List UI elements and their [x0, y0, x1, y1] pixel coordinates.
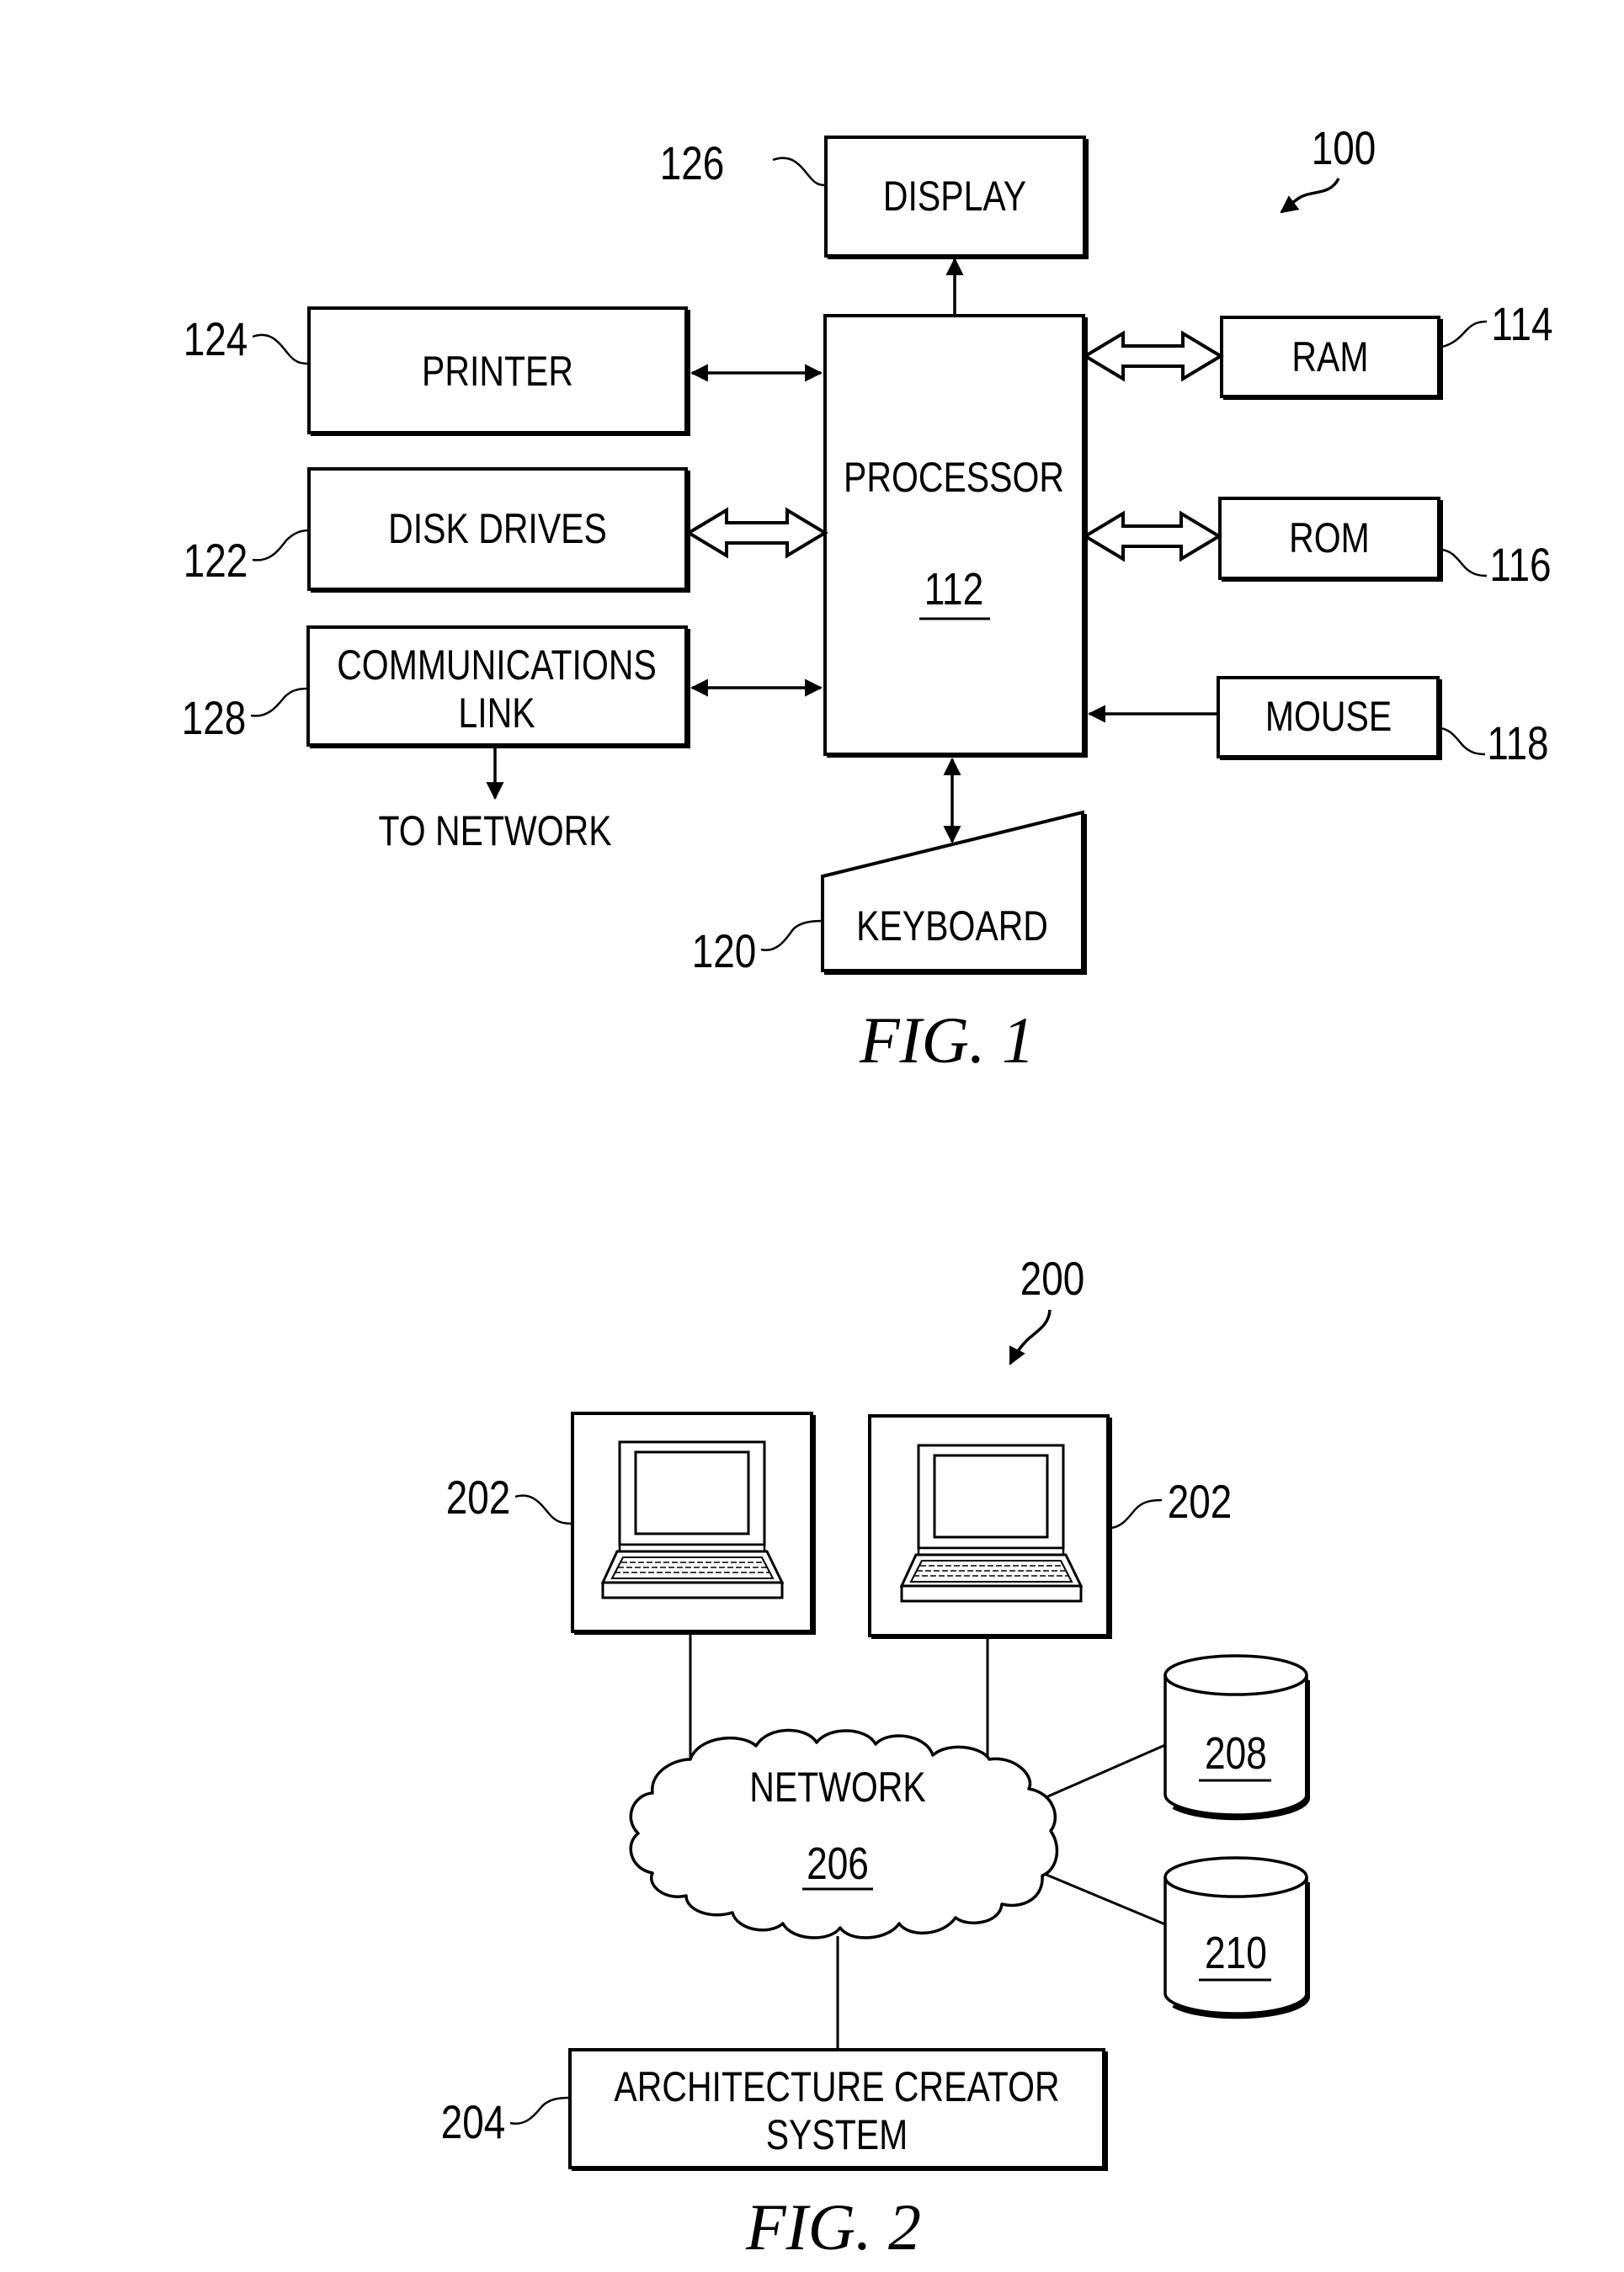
network-ref-206: 206 — [807, 1838, 869, 1889]
figure-2-caption: FIG. 2 — [745, 2190, 921, 2264]
cloud-shape — [629, 1728, 1059, 1939]
ref-200: 200 — [1020, 1253, 1085, 1305]
printer-label: PRINTER — [422, 348, 573, 395]
network-db-208-link — [1041, 1743, 1166, 1801]
processor-rom-bus-arrow — [1082, 510, 1222, 562]
ref-120: 120 — [692, 925, 757, 977]
ref-204: 204 — [441, 2096, 506, 2148]
db-208-ref: 208 — [1205, 1728, 1267, 1779]
keyboard-label-text: KEYBOARD — [856, 902, 1048, 950]
disk-drives-processor-bus-arrow — [685, 507, 828, 559]
client-computer-2 — [868, 1414, 1112, 1639]
patent-drawing-sheet: 100 DISPLAY 126 PROCESSOR 112 PRINTER 12… — [182, 122, 1553, 2264]
ref-202-left-leader — [514, 1494, 573, 1525]
laptop-icon — [600, 1440, 785, 1599]
disk-drives-block: DISK DRIVES — [307, 467, 690, 593]
processor-ref-112: 112 — [924, 564, 984, 615]
figure-1-caption: FIG. 1 — [859, 1003, 1035, 1077]
printer-block: PRINTER — [307, 306, 690, 436]
to-network-label: TO NETWORK — [378, 807, 611, 854]
ref-100: 100 — [1312, 122, 1376, 174]
ref-126-leader — [772, 157, 827, 187]
ref-118-leader — [1439, 726, 1486, 756]
database-208: 208 — [1163, 1654, 1311, 1821]
ref-124-leader — [252, 333, 310, 365]
ref-122-leader — [252, 529, 310, 561]
ref-120-leader — [760, 919, 823, 951]
ref-200-pointer-arrow — [1009, 1309, 1052, 1365]
db-210-ref: 210 — [1205, 1928, 1267, 1978]
network-cloud: NETWORK 206 — [629, 1728, 1059, 1939]
network-label: NETWORK — [749, 1764, 926, 1811]
architecture-creator-system-block: ARCHITECTURE CREATOR SYSTEM — [568, 2048, 1108, 2171]
ref-124: 124 — [184, 313, 248, 365]
communications-link-label-line1: COMMUNICATIONS — [337, 641, 657, 689]
database-210: 210 — [1163, 1856, 1311, 2019]
processor-block: PROCESSOR 112 — [823, 314, 1088, 758]
ref-122: 122 — [184, 535, 248, 587]
display-label: DISPLAY — [883, 173, 1026, 220]
ref-128-leader — [250, 687, 309, 717]
ref-114-leader — [1440, 320, 1488, 349]
ref-202-right: 202 — [1168, 1476, 1233, 1528]
communications-link-block: COMMUNICATIONS LINK — [306, 625, 690, 748]
db-208-top — [1163, 1654, 1308, 1696]
ref-202-left: 202 — [446, 1471, 511, 1524]
rom-block: ROM — [1218, 497, 1443, 582]
ref-116: 116 — [1489, 539, 1551, 591]
ref-114: 114 — [1491, 298, 1552, 350]
ref-202-right-leader — [1109, 1498, 1163, 1530]
disk-drives-label: DISK DRIVES — [388, 505, 607, 552]
ref-126: 126 — [660, 137, 725, 189]
mouse-label: MOUSE — [1265, 693, 1392, 740]
ref-128: 128 — [182, 692, 247, 744]
ram-block: RAM — [1220, 316, 1443, 400]
architecture-creator-label-line2: SYSTEM — [766, 2111, 908, 2158]
processor-label: PROCESSOR — [844, 454, 1064, 501]
laptop-icon — [899, 1444, 1084, 1603]
processor-ram-bus-arrow — [1082, 330, 1224, 382]
network-db-210-link — [1041, 1871, 1166, 1926]
figure-1: 100 DISPLAY 126 PROCESSOR 112 PRINTER 12… — [182, 122, 1553, 1077]
ref-204-leader — [509, 2096, 571, 2126]
db-210-top — [1163, 1856, 1308, 1898]
rom-label: ROM — [1289, 514, 1370, 561]
display-block: DISPLAY — [824, 136, 1089, 259]
ref-116-leader — [1440, 548, 1488, 577]
client-computer-1 — [571, 1412, 816, 1635]
figure-2: 200 202 202 NETWORK 206 208 210 ARCHITEC… — [441, 1253, 1311, 2264]
architecture-creator-label-line1: ARCHITECTURE CREATOR — [614, 2063, 1059, 2110]
ram-label: RAM — [1291, 333, 1368, 380]
communications-link-label-line2: LINK — [458, 689, 535, 737]
processor-box — [823, 314, 1085, 756]
ref-118: 118 — [1487, 717, 1548, 769]
ref-100-pointer-arrow — [1280, 178, 1340, 214]
mouse-block: MOUSE — [1217, 676, 1442, 760]
